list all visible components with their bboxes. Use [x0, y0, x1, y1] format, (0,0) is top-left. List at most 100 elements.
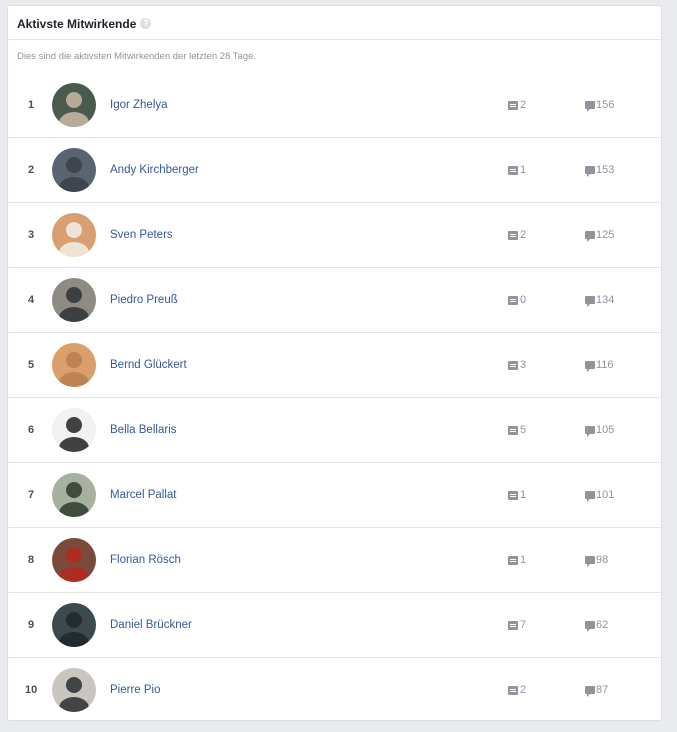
post-icon: [508, 620, 518, 630]
contributor-row: 10 Pierre Pio 2 87: [8, 658, 661, 720]
contributor-name-link[interactable]: Igor Zhelya: [110, 73, 168, 137]
post-count-value: 1: [520, 554, 527, 566]
comment-count: 101: [585, 463, 614, 527]
post-count: 0: [508, 268, 526, 332]
comment-count: 134: [585, 268, 614, 332]
contributor-name-link[interactable]: Florian Rösch: [110, 528, 181, 592]
comment-count-value: 105: [596, 424, 615, 436]
post-count-value: 1: [520, 164, 527, 176]
comment-count: 62: [585, 593, 608, 657]
comment-count-value: 125: [596, 229, 615, 241]
contributor-row: 3 Sven Peters 2 125: [8, 203, 661, 268]
contributor-rank: 2: [27, 164, 35, 176]
comment-count-value: 87: [596, 684, 609, 696]
contributor-row: 6 Bella Bellaris 5 105: [8, 398, 661, 463]
post-count: 1: [508, 528, 526, 592]
contributor-name-link[interactable]: Bernd Glückert: [110, 333, 187, 397]
contributor-avatar[interactable]: [52, 538, 96, 582]
contributor-avatar[interactable]: [52, 408, 96, 452]
card-title: Aktivste Mitwirkende: [17, 17, 137, 31]
comment-icon: [585, 426, 595, 437]
contributor-row: 7 Marcel Pallat 1 101: [8, 463, 661, 528]
contributor-rank: 1: [27, 99, 35, 111]
comment-count-value: 101: [596, 489, 615, 501]
post-count: 3: [508, 333, 526, 397]
comment-icon: [585, 556, 595, 567]
contributor-avatar[interactable]: [52, 343, 96, 387]
comment-count: 87: [585, 658, 609, 720]
comment-count-value: 98: [596, 554, 609, 566]
contributor-rank: 7: [27, 489, 35, 501]
contributor-name-link[interactable]: Pierre Pio: [110, 658, 161, 720]
contributor-row: 9 Daniel Brückner 7 62: [8, 593, 661, 658]
contributor-name-link[interactable]: Marcel Pallat: [110, 463, 176, 527]
post-count-value: 1: [520, 489, 527, 501]
comment-icon: [585, 621, 595, 632]
post-count: 1: [508, 463, 526, 527]
contributor-row: 5 Bernd Glückert 3 116: [8, 333, 661, 398]
comment-count-value: 153: [596, 164, 615, 176]
contributor-row: 1 Igor Zhelya 2 156: [8, 73, 661, 138]
post-count: 2: [508, 73, 526, 137]
contributor-avatar[interactable]: [52, 603, 96, 647]
card-subtitle: Dies sind die aktivsten Mitwirkenden der…: [17, 51, 257, 62]
help-icon[interactable]: ?: [140, 18, 152, 29]
post-icon: [508, 100, 518, 110]
comment-count-value: 156: [596, 99, 615, 111]
contributor-rank: 3: [27, 229, 35, 241]
comment-count: 116: [585, 333, 614, 397]
post-count: 7: [508, 593, 526, 657]
post-count-value: 2: [520, 684, 527, 696]
contributor-name-link[interactable]: Sven Peters: [110, 203, 173, 267]
contributor-avatar[interactable]: [52, 148, 96, 192]
contributor-avatar[interactable]: [52, 278, 96, 322]
contributor-avatar[interactable]: [52, 213, 96, 257]
contributor-rank: 8: [27, 554, 35, 566]
comment-count: 156: [585, 73, 614, 137]
post-count: 2: [508, 203, 526, 267]
post-icon: [508, 230, 518, 240]
comment-icon: [585, 361, 595, 372]
comment-count: 125: [585, 203, 614, 267]
comment-count: 105: [585, 398, 614, 462]
contributor-list: 1 Igor Zhelya 2 156 2 Andy Kirchberger 1 153 3 Sv…: [8, 73, 661, 720]
active-contributors-card: Aktivste Mitwirkende ? Dies sind die akt…: [7, 5, 662, 721]
post-count: 1: [508, 138, 526, 202]
comment-icon: [585, 101, 595, 112]
contributor-name-link[interactable]: Andy Kirchberger: [110, 138, 199, 202]
comment-icon: [585, 296, 595, 307]
contributor-rank: 5: [27, 359, 35, 371]
contributor-name-link[interactable]: Bella Bellaris: [110, 398, 176, 462]
post-count: 2: [508, 658, 527, 720]
comment-count: 98: [585, 528, 608, 592]
contributor-row: 4 Piedro Preuß 0 134: [8, 268, 661, 333]
contributor-name-link[interactable]: Piedro Preuß: [110, 268, 178, 332]
contributor-rank: 4: [27, 294, 35, 306]
post-count-value: 0: [520, 294, 527, 306]
contributor-avatar[interactable]: [52, 83, 96, 127]
contributor-rank: 9: [27, 619, 35, 631]
post-count-value: 7: [520, 619, 527, 631]
contributor-avatar[interactable]: [52, 473, 96, 517]
comment-count-value: 134: [596, 294, 615, 306]
post-icon: [508, 360, 518, 370]
post-icon: [508, 425, 518, 435]
contributor-rank: 6: [27, 424, 35, 436]
post-count: 5: [508, 398, 526, 462]
post-count-value: 3: [520, 359, 527, 371]
post-icon: [508, 165, 518, 175]
comment-icon: [585, 231, 595, 242]
post-icon: [508, 490, 518, 500]
contributor-avatar[interactable]: [52, 668, 96, 712]
post-count-value: 5: [520, 424, 527, 436]
contributor-name-link[interactable]: Daniel Brückner: [110, 593, 192, 657]
comment-count-value: 116: [596, 359, 614, 371]
contributor-rank: 10: [25, 684, 38, 696]
contributor-row: 2 Andy Kirchberger 1 153: [8, 138, 661, 203]
post-icon: [508, 555, 518, 565]
comment-count-value: 62: [596, 619, 609, 631]
contributor-row: 8 Florian Rösch 1 98: [8, 528, 661, 593]
post-count-value: 2: [520, 99, 527, 111]
card-header: Aktivste Mitwirkende ?: [8, 6, 661, 40]
post-icon: [508, 295, 518, 305]
